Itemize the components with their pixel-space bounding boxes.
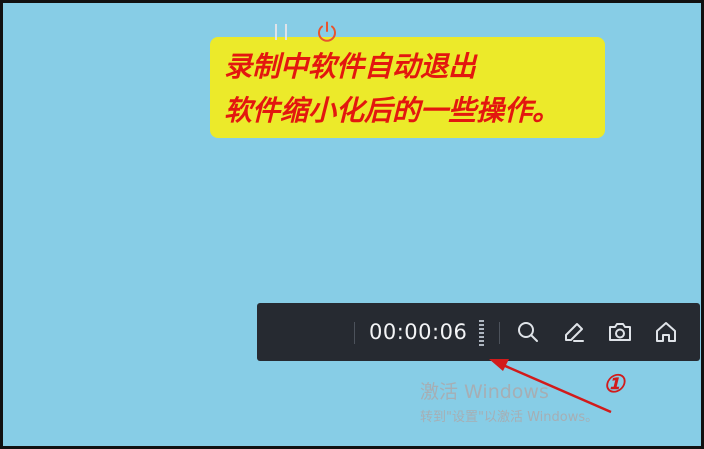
annotation-arrow <box>489 359 612 414</box>
annotation-arrow-line <box>502 363 612 414</box>
annotation-marker: ① <box>603 369 625 398</box>
desktop-background: 录制中软件自动退出 软件缩小化后的一些操作。 激活 Windows 转到"设置"… <box>0 0 704 449</box>
annotation-arrow-head <box>489 359 509 371</box>
